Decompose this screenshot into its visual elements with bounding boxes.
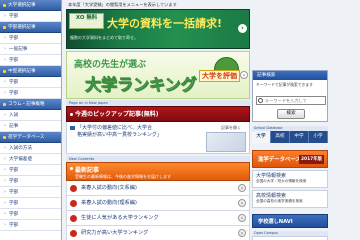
document-icon xyxy=(70,126,75,130)
ranking-banner-line2: 大学ランキング xyxy=(85,75,197,95)
ranking-banner-line1: 高校の先生が選ぶ xyxy=(74,60,147,70)
chevron-right-icon[interactable]: › xyxy=(238,229,246,237)
bullet-icon xyxy=(70,215,77,222)
article-row[interactable]: 生徒に人気がある大学ランキング › xyxy=(66,211,250,226)
sidebar-item[interactable]: 学部 xyxy=(0,55,61,66)
free-badge: XO 無料 xyxy=(69,13,104,29)
main-content: 本年度「大学受験」の閲覧用をメニューを表示しています XO 無料 大学の資料を一… xyxy=(66,0,250,240)
brochure-banner-title: 大学の資料を一括請求! xyxy=(107,17,223,30)
bullet-icon xyxy=(70,200,77,207)
sidebar-item[interactable]: 記事 xyxy=(0,121,61,132)
article-link[interactable]: 来春入試の動向(理系編) xyxy=(81,196,137,211)
database-year-badge: 2017年版 xyxy=(298,155,324,164)
article-link[interactable]: 生徒に人気がある大学ランキング xyxy=(81,211,159,226)
right-column: 記事検索 キーワードで記事が検索できます 検索 School Database … xyxy=(252,0,360,240)
sidebar-item[interactable]: 学部 xyxy=(0,77,61,88)
search-button[interactable]: 検索 xyxy=(277,109,305,119)
article-row[interactable]: 来春入試の動向(文系編) › xyxy=(66,181,250,196)
chevron-right-icon[interactable]: › xyxy=(238,24,247,33)
sidebar-section-header[interactable]: 中堅選択記事 xyxy=(0,66,61,77)
sidebar-item[interactable]: 一般記事 xyxy=(0,44,61,55)
sidebar-item[interactable]: 入試 xyxy=(0,110,61,121)
database-item-highschool[interactable]: 高校情報検索 全国の高校の進学実績を検索 xyxy=(252,190,328,208)
sidebar-item[interactable]: 大学偏差値 xyxy=(0,154,61,165)
search-title: 記事検索 xyxy=(253,71,327,80)
article-link[interactable]: 研究力が高い大学ランキング xyxy=(81,226,148,240)
search-panel: 記事検索 キーワードで記事が検索できます 検索 xyxy=(252,70,328,122)
sidebar-item[interactable]: 学部 xyxy=(0,187,61,198)
ranking-banner[interactable]: 高校の先生が選ぶ 大学ランキング 大学を評価 › xyxy=(66,51,250,99)
search-input[interactable] xyxy=(256,96,326,105)
latest-articles-header: 最新記事 受験生の最新情報は、今後の進学情報をお届けします xyxy=(66,162,250,181)
right-margin xyxy=(332,0,360,240)
bullet-icon xyxy=(70,185,77,192)
sidebar-item[interactable]: 学部 xyxy=(0,165,61,176)
left-sidebar: 大学選択記事学部学部選択記事学部一般記事学部中堅選択記事学部学部コラム・記事概略… xyxy=(0,0,62,240)
sidebar-item[interactable]: 学部 xyxy=(0,88,61,99)
database-item-desc: 全国の大学・短大の情報を検索 xyxy=(256,179,307,183)
tab-school-type[interactable]: 中学 xyxy=(290,131,309,143)
database-title: 進学データベース xyxy=(258,157,301,163)
latest-articles-subtitle: 受験生の最新情報は、今後の進学情報をお届けします xyxy=(75,174,171,179)
database-header: 進学データベース 2017年版 xyxy=(252,150,328,168)
article-row[interactable]: 研究力が高い大学ランキング › xyxy=(66,226,250,240)
article-row[interactable]: 来春入試の動向(理系編) › xyxy=(66,196,250,211)
chevron-right-icon[interactable]: › xyxy=(238,214,246,222)
chevron-right-icon[interactable]: › xyxy=(240,71,248,79)
bullet-icon xyxy=(70,230,77,237)
chevron-right-icon[interactable]: › xyxy=(238,184,246,192)
sidebar-item[interactable]: 入試の方法 xyxy=(0,143,61,154)
brochure-banner-subtitle: 複数の大学資料をまとめて取り寄せ。 xyxy=(70,35,138,40)
database-item-desc: 全国の高校の進学実績を検索 xyxy=(256,199,303,203)
ranking-cta: 大学を評価 xyxy=(199,70,240,82)
sidebar-item[interactable]: 学部 xyxy=(0,176,61,187)
school-type-tabs: 大学 高校 中学 小学 xyxy=(252,131,328,143)
sidebar-item[interactable]: 学部 xyxy=(0,209,61,220)
sidebar-section-header[interactable]: コラム・記事概略 xyxy=(0,99,61,110)
pickup-text-line2: 格実績が高い中高一貫校ランキング」 xyxy=(77,131,162,138)
tab-school-type[interactable]: 大学 xyxy=(252,131,271,143)
pickup-link[interactable]: 「大学付の偏差値に比べ、大学合 格実績が高い中高一貫校ランキング」 xyxy=(77,125,162,138)
latest-articles-title: 最新記事 xyxy=(75,167,100,174)
search-icon xyxy=(258,98,263,103)
pickup-header: 今週のピックアップ記事(無料) xyxy=(66,106,250,122)
tab-school-type[interactable]: 高校 xyxy=(271,131,290,143)
brochure-banner[interactable]: XO 無料 大学の資料を一括請求! 複数の大学資料をまとめて取り寄せ。 › xyxy=(66,9,250,49)
sidebar-item[interactable]: 学部 xyxy=(0,33,61,44)
article-link[interactable]: 来春入試の動向(文系編) xyxy=(81,181,137,196)
tab-school-type[interactable]: 小学 xyxy=(309,131,328,143)
chevron-right-icon[interactable]: › xyxy=(238,199,246,207)
pickup-text-line1: 「大学付の偏差値に比べ、大学合 xyxy=(77,125,153,131)
open-campus-panel xyxy=(252,236,328,240)
sidebar-item[interactable]: 学部 xyxy=(0,220,61,231)
sidebar-section-header[interactable]: 進学データベース xyxy=(0,132,61,143)
pickup-tag[interactable]: 記事を開く xyxy=(221,125,241,131)
sidebar-section-header[interactable]: 大学選択記事 xyxy=(0,0,61,11)
sidebar-section-header[interactable]: 学部選択記事 xyxy=(0,22,61,33)
school-navi-header[interactable]: 学校選しNAVI xyxy=(252,214,328,228)
pickup-thumbnail xyxy=(206,132,246,152)
search-description: キーワードで記事が検索できます xyxy=(256,82,313,87)
sidebar-item[interactable]: 学部 xyxy=(0,198,61,209)
notice-text: 本年度「大学受験」の閲覧用をメニューを表示しています xyxy=(68,2,177,7)
pickup-item[interactable]: 「大学付の偏差値に比べ、大学合 格実績が高い中高一貫校ランキング」 記事を開く xyxy=(66,122,250,154)
sidebar-item[interactable]: 学部 xyxy=(0,11,61,22)
database-item-university[interactable]: 大学情報検索 全国の大学・短大の情報を検索 xyxy=(252,170,328,188)
article-list: 来春入試の動向(文系編) › 来春入試の動向(理系編) › 生徒に人気がある大学ランキン… xyxy=(66,181,250,240)
